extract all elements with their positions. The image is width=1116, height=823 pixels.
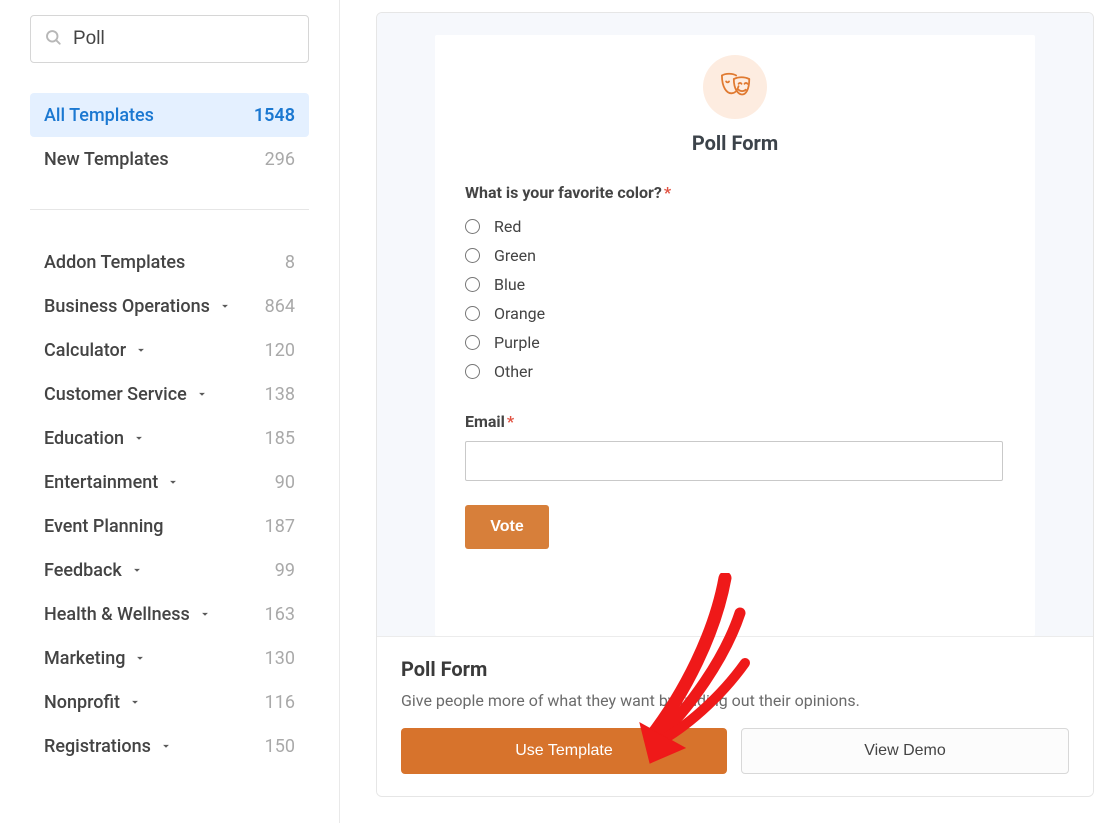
option-radio[interactable]	[465, 219, 480, 234]
sidebar-item-label: New Templates	[44, 149, 169, 170]
chevron-down-icon	[132, 431, 146, 445]
sidebar-item-label: Calculator	[44, 340, 126, 361]
chevron-down-icon	[134, 343, 148, 357]
chevron-down-icon	[133, 651, 147, 665]
sidebar-item-count: 187	[265, 516, 295, 537]
sidebar-category-list: Addon Templates 8 Business Operations 864 Ca…	[30, 240, 309, 768]
sidebar-category-item[interactable]: Customer Service 138	[30, 372, 309, 416]
option-row[interactable]: Green	[465, 241, 1005, 270]
form-title: Poll Form	[465, 131, 1005, 155]
sidebar-item-label: Registrations	[44, 736, 151, 757]
template-preview: Poll Form What is your favorite color?* …	[377, 13, 1093, 636]
footer-buttons: Use Template View Demo	[401, 728, 1069, 774]
footer-description: Give people more of what they want by fi…	[401, 691, 1069, 710]
search-wrap	[30, 15, 309, 63]
email-label: Email*	[465, 412, 1005, 431]
sidebar-category-item[interactable]: Business Operations 864	[30, 284, 309, 328]
option-label: Other	[494, 362, 533, 381]
option-row[interactable]: Orange	[465, 299, 1005, 328]
sidebar-top-list: All Templates 1548 New Templates 296	[30, 93, 309, 181]
sidebar-item-count: 99	[275, 560, 295, 581]
chevron-down-icon	[166, 475, 180, 489]
option-label: Blue	[494, 275, 525, 294]
main: Poll Form What is your favorite color?* …	[340, 0, 1116, 823]
sidebar-category-item[interactable]: Nonprofit 116	[30, 680, 309, 724]
sidebar-item-label: Health & Wellness	[44, 604, 190, 625]
sidebar-item-count: 130	[265, 648, 295, 669]
option-radio[interactable]	[465, 335, 480, 350]
email-field[interactable]	[465, 441, 1003, 481]
sidebar-category-item[interactable]: Education 185	[30, 416, 309, 460]
chevron-down-icon	[159, 739, 173, 753]
sidebar-item-label: Entertainment	[44, 472, 158, 493]
option-radio[interactable]	[465, 277, 480, 292]
sidebar-item-count: 163	[265, 604, 295, 625]
sidebar-item-count: 116	[265, 692, 295, 713]
option-row[interactable]: Red	[465, 212, 1005, 241]
sidebar-item-count: 150	[265, 736, 295, 757]
form-icon-circle	[703, 55, 767, 119]
theater-masks-icon	[716, 66, 754, 108]
sidebar-item-label: Nonprofit	[44, 692, 120, 713]
chevron-down-icon	[128, 695, 142, 709]
sidebar-item-count: 90	[275, 472, 295, 493]
sidebar-item-label: Customer Service	[44, 384, 187, 405]
chevron-down-icon	[195, 387, 209, 401]
sidebar-category-item[interactable]: Entertainment 90	[30, 460, 309, 504]
footer-title: Poll Form	[401, 657, 1069, 681]
sidebar-item-label: Marketing	[44, 648, 125, 669]
template-card: Poll Form What is your favorite color?* …	[376, 12, 1094, 797]
sidebar-item-label: Event Planning	[44, 516, 164, 537]
sidebar-item-count: 1548	[254, 105, 295, 126]
sidebar-item-count: 864	[265, 296, 295, 317]
chevron-down-icon	[218, 299, 232, 313]
sidebar-category-item[interactable]: Event Planning 187	[30, 504, 309, 548]
sidebar-category-item[interactable]: Addon Templates 8	[30, 240, 309, 284]
question-label: What is your favorite color?*	[465, 183, 1005, 202]
option-label: Orange	[494, 304, 545, 323]
sidebar-item-label: Education	[44, 428, 124, 449]
sidebar-item-count: 120	[265, 340, 295, 361]
option-row[interactable]: Other	[465, 357, 1005, 386]
search-input[interactable]	[30, 15, 309, 63]
sidebar: All Templates 1548 New Templates 296 Addon …	[0, 0, 340, 823]
question-text: What is your favorite color?	[465, 183, 662, 202]
option-row[interactable]: Purple	[465, 328, 1005, 357]
sidebar-item-count: 8	[285, 252, 295, 273]
sidebar-item-count: 185	[265, 428, 295, 449]
sidebar-divider	[30, 209, 309, 210]
option-label: Purple	[494, 333, 540, 352]
view-demo-button[interactable]: View Demo	[741, 728, 1069, 774]
option-label: Green	[494, 246, 536, 265]
sidebar-category-item[interactable]: Calculator 120	[30, 328, 309, 372]
sidebar-category-item[interactable]: Feedback 99	[30, 548, 309, 592]
use-template-button[interactable]: Use Template	[401, 728, 727, 774]
required-asterisk: *	[507, 412, 514, 431]
options-list: Red Green Blue Orange Purple Other	[465, 212, 1005, 386]
sidebar-top-item[interactable]: New Templates 296	[30, 137, 309, 181]
option-label: Red	[494, 217, 521, 236]
option-radio[interactable]	[465, 364, 480, 379]
sidebar-item-count: 296	[265, 149, 295, 170]
sidebar-item-count: 138	[265, 384, 295, 405]
sidebar-category-item[interactable]: Health & Wellness 163	[30, 592, 309, 636]
sidebar-item-label: Addon Templates	[44, 252, 185, 273]
sidebar-item-label: Business Operations	[44, 296, 210, 317]
sidebar-item-label: All Templates	[44, 105, 154, 126]
option-row[interactable]: Blue	[465, 270, 1005, 299]
option-radio[interactable]	[465, 248, 480, 263]
required-asterisk: *	[664, 183, 671, 202]
vote-button[interactable]: Vote	[465, 505, 549, 549]
email-label-text: Email	[465, 412, 505, 431]
chevron-down-icon	[130, 563, 144, 577]
chevron-down-icon	[198, 607, 212, 621]
sidebar-category-item[interactable]: Marketing 130	[30, 636, 309, 680]
card-footer: Poll Form Give people more of what they …	[377, 636, 1093, 796]
option-radio[interactable]	[465, 306, 480, 321]
form-panel: Poll Form What is your favorite color?* …	[435, 35, 1035, 636]
search-icon	[44, 28, 62, 50]
sidebar-top-item[interactable]: All Templates 1548	[30, 93, 309, 137]
sidebar-item-label: Feedback	[44, 560, 122, 581]
sidebar-category-item[interactable]: Registrations 150	[30, 724, 309, 768]
